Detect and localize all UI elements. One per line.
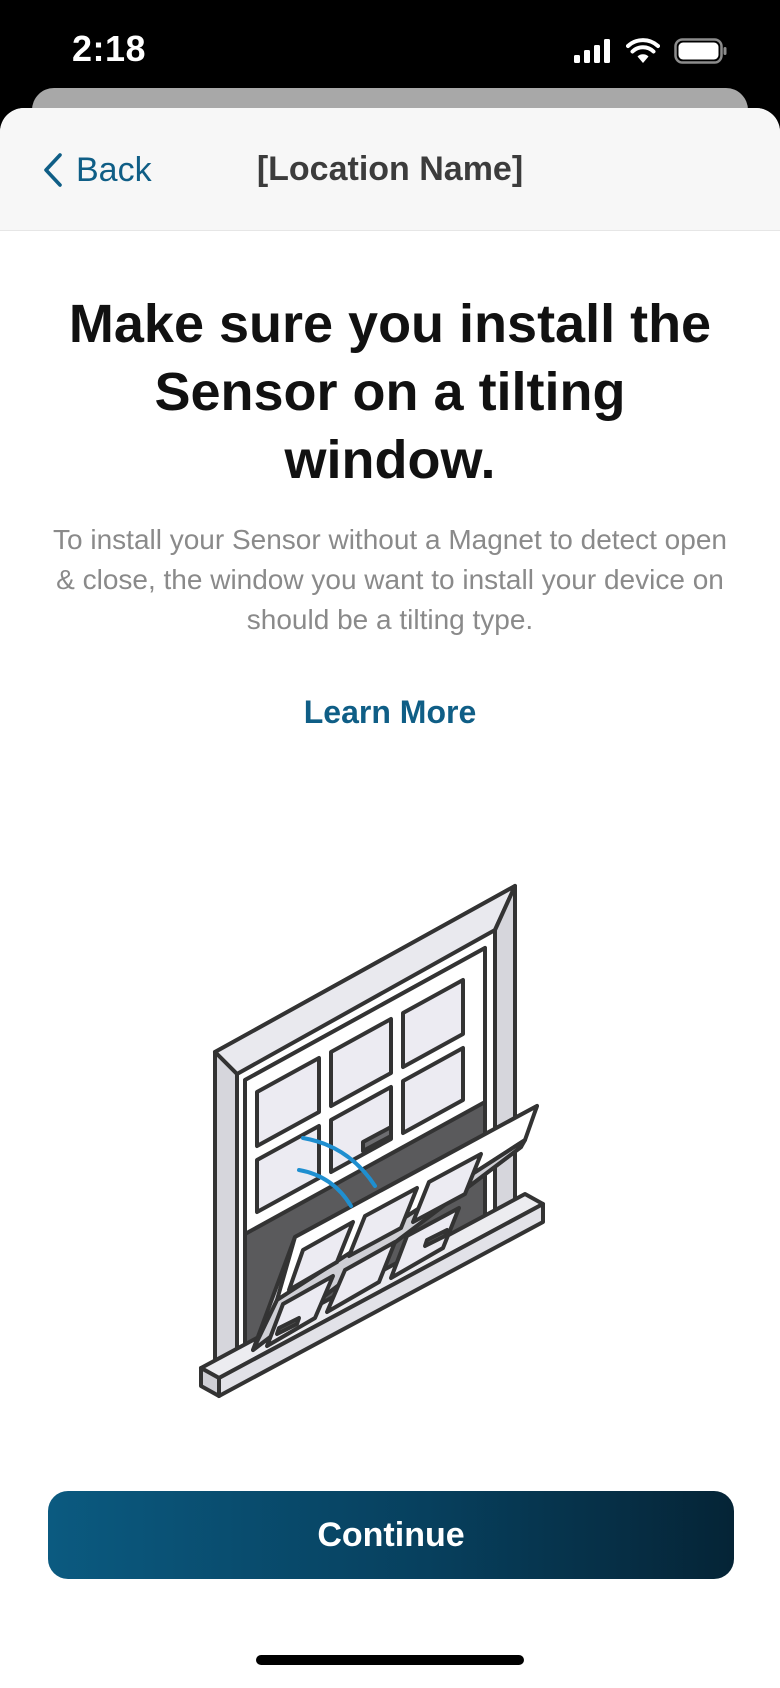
back-label: Back bbox=[76, 150, 152, 189]
continue-button[interactable]: Continue bbox=[48, 1491, 734, 1579]
learn-more-link[interactable]: Learn More bbox=[0, 694, 780, 731]
modal-sheet: Back [Location Name] Make sure you insta… bbox=[0, 108, 780, 1688]
status-bar: 2:18 bbox=[0, 0, 780, 100]
status-icons bbox=[574, 36, 728, 66]
wifi-icon bbox=[626, 38, 660, 63]
chevron-left-icon bbox=[44, 153, 62, 187]
status-time: 2:18 bbox=[72, 28, 147, 69]
home-indicator bbox=[256, 1655, 524, 1665]
headline: Make sure you install the Sensor on a ti… bbox=[68, 294, 712, 490]
back-button[interactable]: Back bbox=[42, 148, 152, 192]
navigation-bar: Back [Location Name] bbox=[0, 108, 780, 231]
battery-icon bbox=[674, 38, 727, 64]
cellular-signal-icon bbox=[574, 39, 610, 63]
tilting-window-illustration bbox=[199, 884, 545, 1398]
description-text: To install your Sensor without a Magnet … bbox=[53, 524, 727, 635]
